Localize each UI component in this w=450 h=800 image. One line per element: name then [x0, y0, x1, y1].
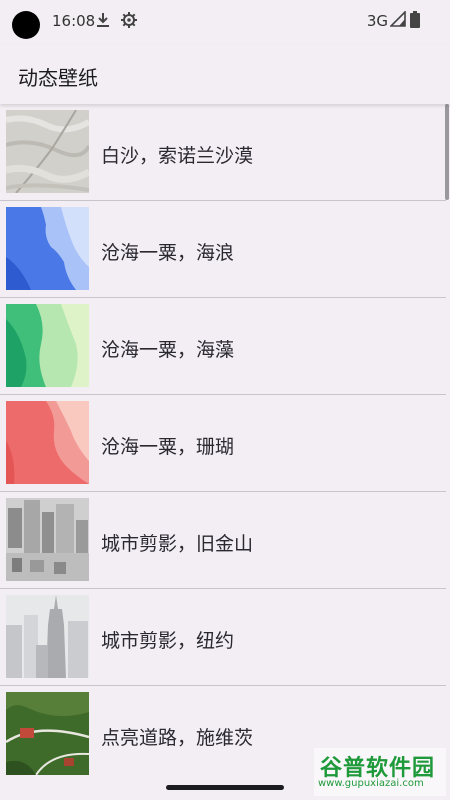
scrollbar[interactable]: [445, 104, 449, 200]
home-handle[interactable]: [166, 785, 284, 790]
wallpaper-thumbnail-san-francisco: [6, 498, 89, 581]
download-icon: [96, 11, 110, 35]
watermark-url: www.gupuxiazai.com: [318, 778, 424, 789]
camera-cutout: [12, 11, 40, 39]
wallpaper-thumbnail-new-york: [6, 595, 89, 678]
list-item[interactable]: 沧海一粟，海浪: [0, 201, 446, 298]
list-item[interactable]: 沧海一粟，海藻: [0, 298, 446, 395]
wallpaper-label: 城市剪影，旧金山: [101, 533, 254, 555]
wallpaper-label: 沧海一粟，海浪: [101, 242, 235, 264]
wallpaper-label: 城市剪影，纽约: [101, 630, 235, 652]
wallpaper-label: 沧海一粟，珊瑚: [101, 436, 235, 458]
list-item[interactable]: 城市剪影，纽约: [0, 589, 446, 686]
signal-icon: [389, 10, 406, 33]
wallpaper-label: 沧海一粟，海藻: [101, 339, 235, 361]
wallpaper-label: 点亮道路，施维茨: [101, 727, 254, 749]
wallpaper-thumbnail-kelp: [6, 304, 89, 387]
list-item[interactable]: 白沙，索诺兰沙漠: [0, 104, 446, 201]
wallpaper-label: 白沙，索诺兰沙漠: [101, 145, 254, 167]
wallpaper-thumbnail-schwyz: [6, 692, 89, 775]
list-item[interactable]: 沧海一粟，珊瑚: [0, 395, 446, 492]
battery-icon: [410, 11, 420, 35]
status-time: 16:08: [52, 12, 96, 30]
settings-gear-icon: [120, 11, 138, 35]
wallpaper-thumbnail-wave: [6, 207, 89, 290]
status-bar: 16:08 3G: [0, 0, 450, 44]
wallpaper-list[interactable]: 白沙，索诺兰沙漠 沧海一粟，海浪 沧海一粟，海藻 沧海一粟，珊瑚 城市剪影，旧金…: [0, 104, 446, 776]
app-bar: 动态壁纸: [0, 44, 450, 104]
network-type: 3G: [366, 12, 388, 30]
wallpaper-thumbnail-sand: [6, 110, 89, 193]
watermark-logo: 谷普软件园 www.gupuxiazai.com: [314, 748, 446, 796]
screen: 16:08 3G 动态壁纸 白沙，索诺兰沙漠 沧海一粟，海浪 沧海一粟，海藻 沧…: [0, 0, 450, 800]
list-item[interactable]: 城市剪影，旧金山: [0, 492, 446, 589]
wallpaper-thumbnail-coral: [6, 401, 89, 484]
page-title: 动态壁纸: [18, 66, 98, 90]
